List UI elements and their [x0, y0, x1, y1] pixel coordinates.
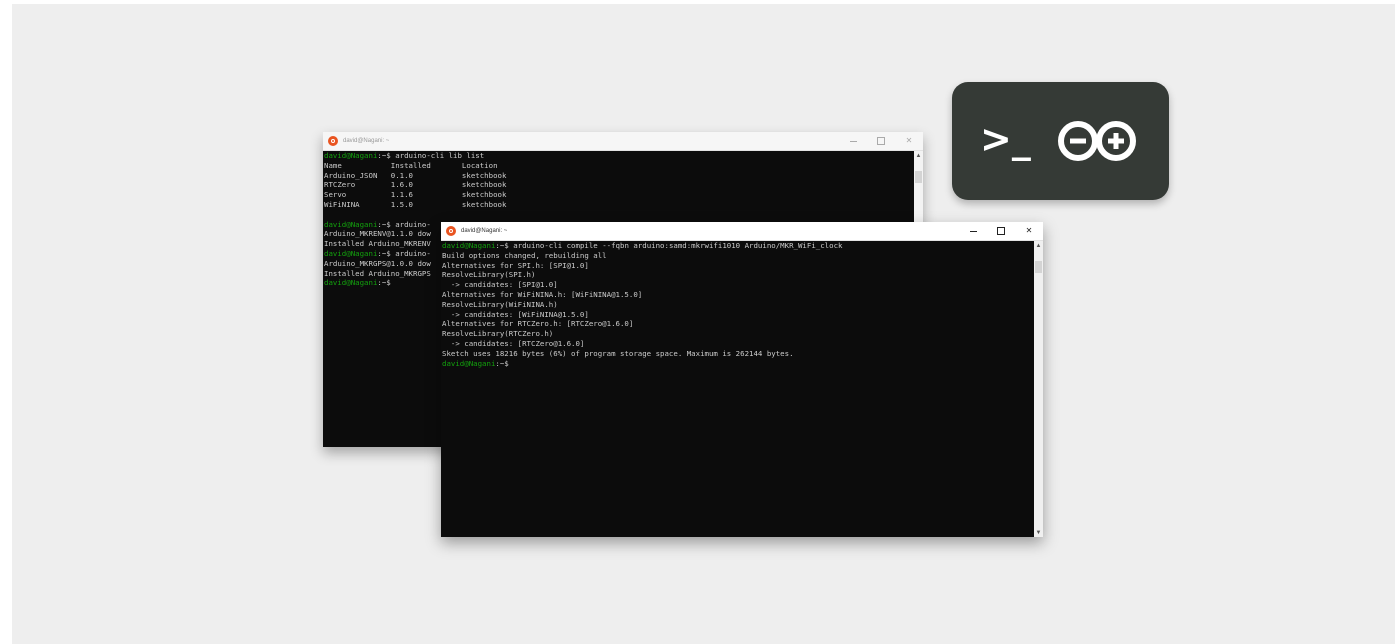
output-text: Arduino_JSON 0.1.0 sketchbook [324, 170, 507, 180]
output-text: ResolveLibrary(RTCZero.h) [442, 329, 554, 339]
terminal-line: ResolveLibrary(WiFiNINA.h) [442, 300, 1033, 310]
window-title: david@Nagani: ~ [461, 228, 508, 234]
prompt-user-host: david@Nagani [324, 151, 378, 160]
arduino-infinity-icon [1058, 121, 1136, 161]
close-button[interactable] [1015, 222, 1043, 240]
output-text: Arduino_MKRGPS@1.0.0 dow [324, 258, 431, 268]
minimize-button[interactable] [839, 132, 867, 150]
command-text: :~$ arduino- [377, 219, 431, 229]
command-text: :~$ [377, 278, 391, 288]
output-text: ResolveLibrary(SPI.h) [442, 270, 536, 280]
terminal-line: ResolveLibrary(SPI.h) [442, 270, 1033, 280]
output-text: WiFiNINA 1.5.0 sketchbook [324, 199, 507, 209]
output-text: Name Installed Location [324, 160, 498, 170]
terminal-line: Build options changed, rebuilding all [442, 251, 1033, 261]
terminal-line: david@Nagani:~$ arduino-cli lib list [324, 151, 913, 161]
maximize-button[interactable] [867, 132, 895, 150]
terminal-line: Alternatives for WiFiNINA.h: [WiFiNINA@1… [442, 290, 1033, 300]
terminal-line: Name Installed Location [324, 161, 913, 171]
terminal-window-front[interactable]: david@Nagani: ~ david@Nagani:~$ arduino-… [441, 222, 1043, 537]
output-text: Alternatives for SPI.h: [SPI@1.0] [442, 260, 589, 270]
command-text: :~$ arduino-cli compile --fqbn arduino:s… [495, 241, 843, 250]
terminal-line: -> candidates: [RTCZero@1.6.0] [442, 339, 1033, 349]
output-text: Sketch uses 18216 bytes (6%) of program … [442, 348, 794, 358]
output-text: Arduino_MKRENV@1.1.0 dow [324, 229, 431, 239]
output-text: Installed Arduino_MKRGPS [324, 268, 431, 278]
scrollbar-thumb[interactable] [1035, 261, 1042, 273]
output-text: Build options changed, rebuilding all [442, 250, 607, 260]
terminal-line: WiFiNINA 1.5.0 sketchbook [324, 200, 913, 210]
output-text: Installed Arduino_MKRENV [324, 239, 431, 249]
maximize-button[interactable] [987, 222, 1015, 240]
prompt-user-host: david@Nagani [324, 248, 378, 258]
scrollbar[interactable]: ▲ ▼ [1034, 241, 1043, 537]
terminal-line: Arduino_JSON 0.1.0 sketchbook [324, 171, 913, 181]
ubuntu-icon [446, 226, 456, 236]
scroll-down-icon[interactable]: ▼ [1034, 528, 1043, 537]
prompt-user-host: david@Nagani [442, 358, 496, 368]
logo-prompt-text: >_ [980, 117, 1031, 161]
output-text: RTCZero 1.6.0 sketchbook [324, 180, 507, 190]
command-text: :~$ arduino-cli lib list [377, 151, 485, 160]
output-text: Alternatives for WiFiNINA.h: [WiFiNINA@1… [442, 289, 643, 299]
terminal-line: ResolveLibrary(RTCZero.h) [442, 329, 1033, 339]
scrollbar-thumb[interactable] [915, 171, 922, 183]
output-text: ResolveLibrary(WiFiNINA.h) [442, 299, 558, 309]
output-text: Servo 1.1.6 sketchbook [324, 190, 507, 200]
scroll-up-icon[interactable]: ▲ [1034, 241, 1043, 250]
prompt-user-host: david@Nagani [324, 278, 378, 288]
scroll-up-icon[interactable]: ▲ [914, 151, 923, 160]
terminal-line: david@Nagani:~$ arduino-cli compile --fq… [442, 241, 1033, 251]
window-title: david@Nagani: ~ [343, 138, 390, 144]
title-bar[interactable]: david@Nagani: ~ [323, 132, 923, 151]
ubuntu-icon [328, 136, 338, 146]
title-bar[interactable]: david@Nagani: ~ [441, 222, 1043, 241]
prompt-user-host: david@Nagani [442, 241, 496, 250]
terminal-line: -> candidates: [WiFiNINA@1.5.0] [442, 310, 1033, 320]
command-text: :~$ [495, 358, 509, 368]
terminal-line: RTCZero 1.6.0 sketchbook [324, 180, 913, 190]
output-text: Alternatives for RTCZero.h: [RTCZero@1.6… [442, 319, 634, 329]
terminal-line: Servo 1.1.6 sketchbook [324, 190, 913, 200]
terminal-line: Sketch uses 18216 bytes (6%) of program … [442, 349, 1033, 359]
terminal-line: Alternatives for SPI.h: [SPI@1.0] [442, 261, 1033, 271]
output-text: -> candidates: [SPI@1.0] [442, 280, 558, 290]
terminal-output[interactable]: david@Nagani:~$ arduino-cli compile --fq… [441, 241, 1034, 537]
arduino-cli-logo: >_ [952, 82, 1169, 200]
command-text: :~$ arduino- [377, 248, 431, 258]
terminal-line: Alternatives for RTCZero.h: [RTCZero@1.6… [442, 319, 1033, 329]
minimize-button[interactable] [959, 222, 987, 240]
terminal-line: -> candidates: [SPI@1.0] [442, 280, 1033, 290]
terminal-line: david@Nagani:~$ [442, 359, 1033, 369]
output-text: -> candidates: [RTCZero@1.6.0] [442, 338, 585, 348]
output-text: -> candidates: [WiFiNINA@1.5.0] [442, 309, 589, 319]
prompt-user-host: david@Nagani [324, 219, 378, 229]
close-button[interactable] [895, 132, 923, 150]
